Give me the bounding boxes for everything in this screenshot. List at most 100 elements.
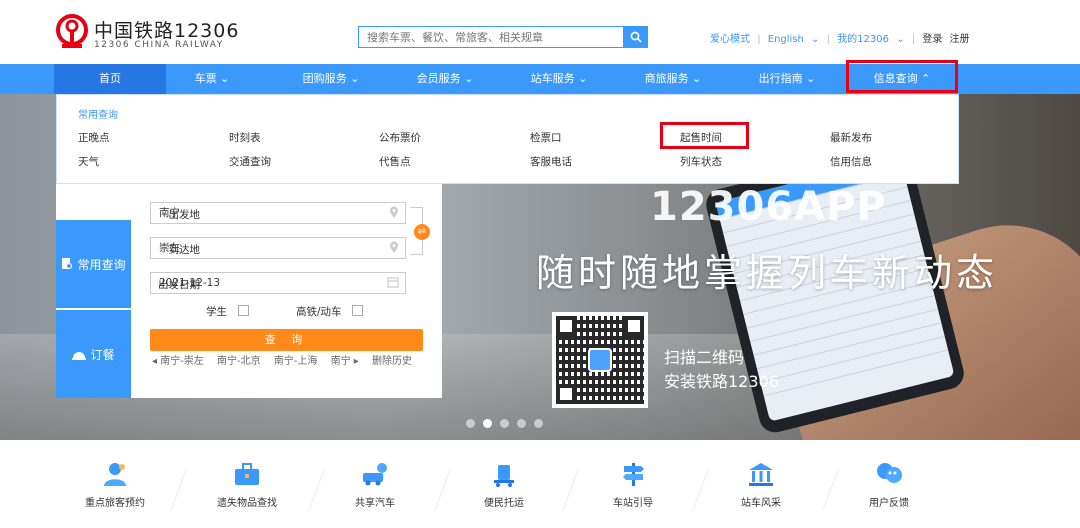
login-link[interactable]: 登录 bbox=[922, 34, 942, 45]
carousel-dot[interactable] bbox=[500, 419, 509, 428]
top-header: 中国铁路12306 12306 CHINA RAILWAY 爱心模式 | Eng… bbox=[0, 0, 1080, 64]
link-train-status[interactable]: 列车状态 bbox=[680, 154, 722, 169]
link-fare[interactable]: 公布票价 bbox=[379, 130, 421, 145]
qr-finder bbox=[624, 316, 644, 336]
carousel-dot[interactable] bbox=[517, 419, 526, 428]
link-service-phone[interactable]: 客服电话 bbox=[530, 154, 572, 169]
nav-member-service[interactable]: 会员服务 ⌄ bbox=[389, 64, 501, 94]
cloche-icon bbox=[72, 352, 87, 360]
service-label: 车站引导 bbox=[613, 498, 653, 509]
divider: | bbox=[826, 34, 830, 45]
highlight-box-sale-start-time bbox=[660, 122, 749, 149]
carousel-dots bbox=[466, 419, 543, 428]
nav-travel-guide[interactable]: 出行指南 ⌄ bbox=[731, 64, 843, 94]
chevron-down-icon: ⌄ bbox=[811, 34, 820, 45]
student-label: 学生 bbox=[206, 306, 227, 318]
history-item[interactable]: 南宁 ▸ bbox=[331, 356, 359, 367]
nav-home[interactable]: 首页 bbox=[54, 64, 166, 94]
brand-name: 中国铁路12306 bbox=[94, 20, 240, 42]
qr-finder bbox=[556, 316, 576, 336]
site-search-input[interactable] bbox=[358, 26, 624, 48]
service-label: 共享汽车 bbox=[355, 498, 395, 509]
departure-date-value: 2021-12-13 bbox=[159, 277, 221, 289]
brand-subtitle: 12306 CHINA RAILWAY bbox=[94, 40, 224, 50]
clear-history-link[interactable]: 删除历史 bbox=[372, 356, 412, 367]
tab-common-query[interactable]: 常用查询 bbox=[56, 220, 131, 308]
china-railway-logo-icon[interactable] bbox=[54, 14, 90, 50]
from-station-value: 南宁 bbox=[159, 207, 180, 219]
to-station-input[interactable]: 崇左 bbox=[150, 237, 406, 259]
from-station-input[interactable]: 南宁 bbox=[150, 202, 406, 224]
my12306-link[interactable]: 我的12306 bbox=[837, 34, 889, 45]
location-pin-icon bbox=[390, 241, 398, 253]
link-ticket-gate[interactable]: 检票口 bbox=[530, 130, 562, 145]
top-links: 爱心模式 | English ⌄ | 我的12306 ⌄ | 登录 注册 bbox=[710, 30, 974, 45]
search-history: ◂ 南宁-崇左 南宁-北京 南宁-上海 南宁 ▸ 删除历史 bbox=[152, 352, 424, 367]
app-logo-icon bbox=[588, 348, 612, 372]
link-credit-info[interactable]: 信用信息 bbox=[830, 154, 872, 169]
panel-header bbox=[56, 184, 131, 220]
service-feedback[interactable]: 用户反馈 bbox=[829, 460, 949, 509]
tab-meal-order[interactable]: 订餐 bbox=[56, 310, 131, 398]
carousel-dot[interactable] bbox=[466, 419, 475, 428]
link-agent-outlets[interactable]: 代售点 bbox=[379, 154, 411, 169]
qr-pattern bbox=[556, 316, 644, 404]
qr-code bbox=[552, 312, 648, 408]
briefcase-icon bbox=[232, 460, 262, 488]
language-english-link[interactable]: English bbox=[768, 34, 804, 45]
service-car-share[interactable]: 共享汽车 bbox=[315, 460, 435, 509]
nav-station-service[interactable]: 站车服务 ⌄ bbox=[503, 64, 615, 94]
person-assist-icon bbox=[100, 460, 130, 488]
student-checkbox[interactable] bbox=[238, 305, 249, 316]
highspeed-checkbox[interactable] bbox=[352, 305, 363, 316]
signpost-icon bbox=[618, 460, 648, 488]
location-pin-icon bbox=[390, 206, 398, 218]
nav-tickets[interactable]: 车票 ⌄ bbox=[156, 64, 268, 94]
service-lost-found[interactable]: 遗失物品查找 bbox=[187, 460, 307, 509]
document-search-icon bbox=[62, 258, 73, 270]
hero-slogan: 随时随地掌握列车新动态 bbox=[536, 251, 999, 295]
history-item[interactable]: ◂ 南宁-崇左 bbox=[152, 356, 204, 367]
departure-date-input[interactable]: 2021-12-13 bbox=[150, 272, 406, 294]
divider: | bbox=[911, 34, 916, 45]
feedback-chat-icon bbox=[874, 460, 904, 488]
care-mode-link[interactable]: 爱心模式 bbox=[710, 34, 750, 45]
tab-common-query-label: 常用查询 bbox=[77, 257, 126, 272]
link-delay-status[interactable]: 正晚点 bbox=[78, 130, 110, 145]
chevron-down-icon: ⌄ bbox=[896, 34, 905, 45]
carousel-dot[interactable] bbox=[534, 419, 543, 428]
carousel-dot-active[interactable] bbox=[483, 419, 492, 428]
highlight-box-info-query bbox=[846, 60, 958, 93]
nav-business-travel[interactable]: 商旅服务 ⌄ bbox=[617, 64, 729, 94]
install-app-text: 安装铁路12306 bbox=[664, 372, 779, 391]
dropdown-section-title: 常用查询 bbox=[78, 110, 118, 121]
info-query-dropdown: 常用查询 正晚点 天气 时刻表 交通查询 公布票价 代售点 检票口 客服电话 起… bbox=[56, 94, 959, 184]
service-label: 遗失物品查找 bbox=[217, 498, 277, 509]
link-timetable[interactable]: 时刻表 bbox=[229, 130, 261, 145]
calendar-icon bbox=[387, 277, 399, 288]
history-item[interactable]: 南宁-上海 bbox=[274, 356, 318, 367]
link-weather[interactable]: 天气 bbox=[78, 154, 99, 169]
service-station-style[interactable]: 站车风采 bbox=[701, 460, 821, 509]
swap-stations-button[interactable]: ⇌ bbox=[414, 224, 430, 240]
service-key-passenger[interactable]: 重点旅客预约 bbox=[55, 460, 175, 509]
service-label: 重点旅客预约 bbox=[85, 498, 145, 509]
tab-meal-order-label: 订餐 bbox=[90, 347, 115, 362]
services-row: 重点旅客预约 遗失物品查找 共享汽车 便民托运 车站引导 站车风采 用户反馈 bbox=[0, 440, 1080, 528]
link-latest-news[interactable]: 最新发布 bbox=[830, 130, 872, 145]
nav-group-service[interactable]: 团购服务 ⌄ bbox=[275, 64, 387, 94]
highspeed-label: 高铁/动车 bbox=[296, 306, 342, 318]
divider: | bbox=[757, 34, 761, 45]
luggage-cart-icon bbox=[489, 460, 519, 488]
register-link[interactable]: 注册 bbox=[950, 34, 970, 45]
service-consignment[interactable]: 便民托运 bbox=[444, 460, 564, 509]
service-station-guide[interactable]: 车站引导 bbox=[573, 460, 693, 509]
scan-qr-text: 扫描二维码 bbox=[664, 348, 745, 367]
link-transport-query[interactable]: 交通查询 bbox=[229, 154, 271, 169]
search-icon bbox=[630, 31, 642, 43]
query-submit-button[interactable]: 查 询 bbox=[150, 329, 423, 351]
search-button[interactable] bbox=[624, 26, 648, 48]
station-building-icon bbox=[746, 460, 776, 488]
service-label: 便民托运 bbox=[484, 498, 524, 509]
history-item[interactable]: 南宁-北京 bbox=[217, 356, 261, 367]
